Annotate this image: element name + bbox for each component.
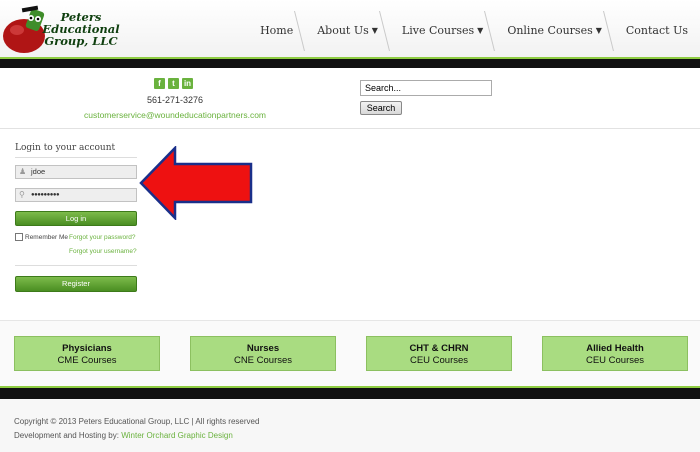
username-field[interactable]: ♟ jdoe <box>15 165 137 179</box>
category-physicians[interactable]: Physicians CME Courses <box>14 336 160 371</box>
category-subtitle: CNE Courses <box>233 355 293 366</box>
chevron-down-icon: ▼ <box>371 26 378 35</box>
category-subtitle: CEU Courses <box>409 355 469 366</box>
email-link[interactable]: customerservice@woundeducationpartners.c… <box>70 110 280 120</box>
username-value: jdoe <box>31 167 46 176</box>
divider <box>15 265 137 266</box>
remember-me-checkbox[interactable] <box>15 233 23 241</box>
logo-text: Peters Educational Group, LLC <box>40 11 122 47</box>
site-header: Peters Educational Group, LLC Home About… <box>0 0 700 57</box>
category-allied-health[interactable]: Allied Health CEU Courses <box>542 336 688 371</box>
footer-dark-band <box>0 388 700 399</box>
chevron-down-icon: ▼ <box>477 26 484 35</box>
register-button[interactable]: Register <box>15 276 137 292</box>
user-icon: ♟ <box>19 167 27 176</box>
divider <box>15 157 137 158</box>
phone-number: 561-271-3276 <box>146 95 204 105</box>
forgot-password-link[interactable]: Forgot your password? <box>69 234 135 241</box>
nav-about-us[interactable]: About Us ▼ <box>294 8 390 54</box>
category-subtitle: CEU Courses <box>585 355 645 366</box>
copyright-text: Copyright © 2013 Peters Educational Grou… <box>14 417 260 426</box>
login-title: Login to your account <box>15 143 116 153</box>
remember-me-label: Remember Me <box>25 233 68 241</box>
header-dark-band <box>0 59 700 68</box>
category-title: Allied Health <box>586 343 644 354</box>
dev-credit-link[interactable]: Winter Orchard Graphic Design <box>121 431 233 440</box>
chevron-down-icon: ▼ <box>595 26 602 35</box>
key-icon: ⚲ <box>19 190 25 199</box>
category-cht-chrn[interactable]: CHT & CHRN CEU Courses <box>366 336 512 371</box>
linkedin-icon[interactable]: in <box>182 78 193 89</box>
nav-about-us-label: About Us <box>317 24 369 37</box>
dev-credit-prefix: Development and Hosting by: <box>14 431 119 440</box>
nav-online-courses[interactable]: Online Courses ▼ <box>484 8 614 54</box>
category-title: Nurses <box>246 343 280 354</box>
dev-credit: Development and Hosting by: Winter Orcha… <box>14 431 233 440</box>
forgot-username-link[interactable]: Forgot your username? <box>69 248 137 255</box>
nav-contact-us-label: Contact Us <box>625 24 688 37</box>
main-nav: Home About Us ▼ Live Courses ▼ Online Cour… <box>248 8 700 54</box>
nav-online-courses-label: Online Courses <box>507 24 593 37</box>
red-arrow-annotation <box>139 146 253 220</box>
nav-live-courses-label: Live Courses <box>401 24 475 37</box>
login-button[interactable]: Log in <box>15 211 137 226</box>
nav-live-courses[interactable]: Live Courses ▼ <box>378 8 495 54</box>
facebook-icon[interactable]: f <box>154 78 165 89</box>
twitter-icon[interactable]: t <box>168 78 179 89</box>
remember-me[interactable]: Remember Me <box>15 233 68 241</box>
password-field[interactable]: ⚲ ●●●●●●●●● <box>15 188 137 202</box>
social-icons: f t in <box>154 78 193 89</box>
category-title: CHT & CHRN <box>409 343 469 354</box>
nav-home-label: Home <box>260 24 294 37</box>
search-button[interactable]: Search <box>360 101 402 115</box>
nav-contact-us[interactable]: Contact Us <box>602 8 700 54</box>
search-input[interactable] <box>360 80 492 96</box>
category-title: Physicians <box>62 343 112 354</box>
category-nurses[interactable]: Nurses CNE Courses <box>190 336 336 371</box>
category-subtitle: CME Courses <box>57 355 117 366</box>
nav-home[interactable]: Home <box>248 8 305 54</box>
logo-line-3: Group, LLC <box>44 34 118 48</box>
password-value: ●●●●●●●●● <box>31 192 60 198</box>
logo[interactable]: Peters Educational Group, LLC <box>2 4 120 54</box>
